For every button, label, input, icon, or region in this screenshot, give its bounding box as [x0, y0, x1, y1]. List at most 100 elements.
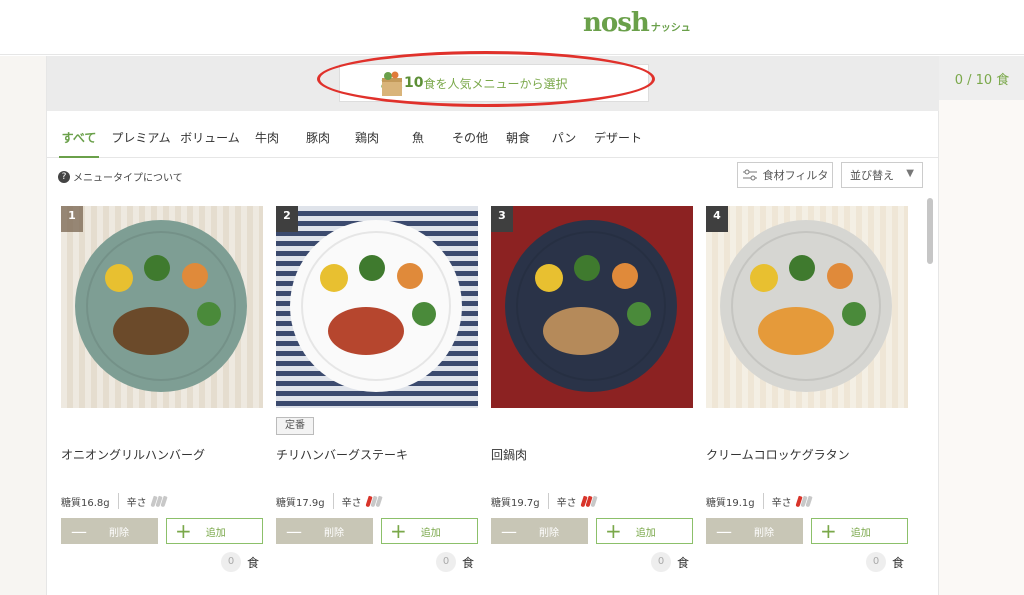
delete-button[interactable]: — 削除	[491, 518, 588, 544]
dish-image	[491, 206, 693, 408]
chevron-down-icon: ▼	[906, 168, 914, 179]
quantity-unit: 食	[462, 555, 475, 570]
delete-label: 削除	[539, 527, 559, 539]
scrollbar[interactable]	[925, 194, 935, 595]
food-photo[interactable]: 3	[491, 206, 693, 408]
menu-name[interactable]: 回鍋肉	[491, 446, 693, 463]
dish-image	[706, 206, 908, 408]
menu-name[interactable]: オニオングリルハンバーグ	[61, 446, 263, 463]
dish-image	[276, 206, 478, 408]
tab-9[interactable]: パン	[550, 126, 578, 158]
spice-label: 辛さ	[341, 497, 362, 509]
rank-badge: 2	[276, 206, 298, 232]
menu-meta: 糖質19.1g 辛さ	[706, 493, 813, 509]
left-margin	[0, 56, 46, 595]
add-label: 追加	[635, 527, 656, 539]
menu-meta: 糖質19.7g 辛さ	[491, 493, 598, 509]
rank-badge: 1	[61, 206, 83, 232]
add-button[interactable]: + 追加	[811, 518, 908, 544]
quantity-unit: 食	[892, 555, 905, 570]
tab-10[interactable]: デザート	[592, 126, 644, 158]
minus-icon: —	[501, 521, 517, 541]
food-photo[interactable]: 2	[276, 206, 478, 408]
delete-label: 削除	[324, 527, 344, 539]
divider	[547, 493, 549, 509]
delete-label: 削除	[109, 527, 129, 539]
sort-select[interactable]: 並び替え ▼	[841, 162, 923, 188]
menu-type-help[interactable]: ? メニュータイプについて	[58, 169, 183, 184]
carb-info: 糖質17.9g	[276, 497, 325, 509]
selection-counter: 0 / 10 食	[939, 56, 1024, 100]
divider	[762, 493, 764, 509]
quantity-value: 0	[866, 552, 886, 572]
add-button[interactable]: + 追加	[596, 518, 693, 544]
quantity-value: 0	[221, 552, 241, 572]
tab-4[interactable]: 豚肉	[301, 126, 335, 158]
cart-panel: 0 / 10 食	[938, 56, 1024, 595]
tab-5[interactable]: 鶏肉	[352, 126, 382, 158]
logo-text: nosh	[583, 8, 650, 38]
tab-3[interactable]: 牛肉	[252, 126, 282, 158]
site-header: nosh ナッシュ	[0, 0, 1024, 55]
quantity-display: 0 食	[221, 552, 259, 572]
category-tabs: すべて プレミアム ボリューム 牛肉 豚肉 鶏肉魚その他 朝食 パン デザート	[47, 126, 939, 158]
sort-label: 並び替え	[850, 169, 894, 182]
divider	[332, 493, 334, 509]
filter-label: 食材フィルタ	[762, 169, 829, 182]
rank-badge: 4	[706, 206, 728, 232]
menu-name[interactable]: チリハンバーグステーキ	[276, 446, 478, 463]
add-label: 追加	[205, 527, 226, 539]
plus-icon: +	[820, 519, 837, 543]
food-photo[interactable]: 4	[706, 206, 908, 408]
menu-meta: 糖質17.9g 辛さ	[276, 493, 383, 509]
quantity-value: 0	[651, 552, 671, 572]
spice-label: 辛さ	[126, 497, 147, 509]
carb-info: 糖質19.1g	[706, 497, 755, 509]
divider	[117, 493, 119, 509]
quantity-display: 0 食	[651, 552, 689, 572]
menu-card[interactable]: 3 回鍋肉 糖質19.7g 辛さ — 削除 + 追加 0 食	[491, 206, 693, 586]
standard-tag: 定番	[276, 417, 314, 435]
menu-card[interactable]: 4 クリームコロッケグラタン 糖質19.1g 辛さ — 削除 + 追加 0 食	[706, 206, 908, 586]
dish-image	[61, 206, 263, 408]
add-button[interactable]: + 追加	[381, 518, 478, 544]
delete-button[interactable]: — 削除	[276, 518, 373, 544]
filter-icon	[742, 169, 757, 181]
add-button[interactable]: + 追加	[166, 518, 263, 544]
logo-kana: ナッシュ	[650, 23, 691, 34]
ingredient-filter-button[interactable]: 食材フィルタ	[737, 162, 833, 188]
minus-icon: —	[716, 521, 732, 541]
tab-1[interactable]: プレミアム	[110, 126, 172, 158]
plus-icon: +	[390, 519, 407, 543]
delete-button[interactable]: — 削除	[706, 518, 803, 544]
select-banner: あと10食を人気メニューから選択	[47, 51, 939, 111]
quantity-value: 0	[436, 552, 456, 572]
delete-label: 削除	[754, 527, 774, 539]
rank-badge: 3	[491, 206, 513, 232]
quantity-unit: 食	[247, 555, 260, 570]
add-label: 追加	[420, 527, 441, 539]
plus-icon: +	[605, 519, 622, 543]
tab-0[interactable]: すべて	[59, 126, 99, 158]
menu-card[interactable]: 2 定番 チリハンバーグステーキ 糖質17.9g 辛さ — 削除 + 追加 0 …	[276, 206, 478, 586]
add-label: 追加	[850, 527, 871, 539]
menu-meta: 糖質16.8g 辛さ	[61, 493, 168, 509]
highlight-circle	[317, 51, 655, 107]
delete-button[interactable]: — 削除	[61, 518, 158, 544]
menu-name[interactable]: クリームコロッケグラタン	[706, 446, 908, 463]
tab-6[interactable]: 魚	[407, 126, 429, 158]
tab-8[interactable]: 朝食	[502, 126, 534, 158]
minus-icon: —	[286, 521, 302, 541]
food-photo[interactable]: 1	[61, 206, 263, 408]
scroll-thumb[interactable]	[927, 198, 933, 264]
tab-2[interactable]: ボリューム	[177, 126, 243, 158]
minus-icon: —	[71, 521, 87, 541]
carb-info: 糖質19.7g	[491, 497, 540, 509]
carb-info: 糖質16.8g	[61, 497, 110, 509]
question-icon: ?	[58, 170, 70, 183]
menu-card[interactable]: 1 オニオングリルハンバーグ 糖質16.8g 辛さ — 削除 + 追加 0 食	[61, 206, 263, 586]
quantity-display: 0 食	[436, 552, 474, 572]
plus-icon: +	[175, 519, 192, 543]
nosh-logo[interactable]: nosh ナッシュ	[583, 8, 691, 38]
tab-7[interactable]: その他	[447, 126, 493, 158]
